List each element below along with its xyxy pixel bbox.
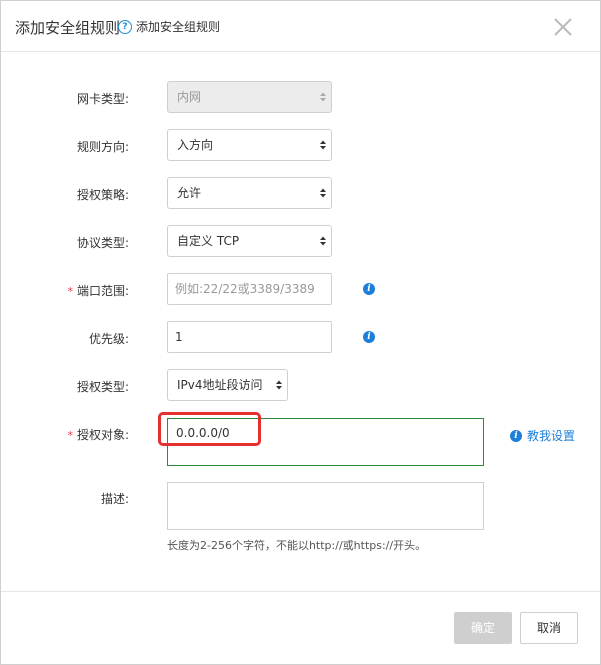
description-label: 描述: [100, 492, 129, 506]
setup-guide-text: 教我设置 [527, 429, 576, 443]
security-group-rule-dialog: 添加安全组规则 ? 添加安全组规则 网卡类型: 内网 规则方向: 入方向 授权策… [0, 0, 601, 665]
policy-label: 授权策略: [76, 188, 129, 202]
select-caret-icon [320, 236, 326, 246]
description-hint: 长度为2-256个字符，不能以http://或https://开头。 [167, 539, 427, 552]
select-caret-icon [320, 140, 326, 150]
nic-type-label: 网卡类型: [76, 92, 129, 106]
port-range-placeholder: 例如:22/22或3389/3389 [175, 282, 315, 296]
help-text: 添加安全组规则 [136, 20, 221, 34]
required-mark: * [67, 285, 73, 298]
cancel-button[interactable]: 取消 [520, 612, 578, 644]
priority-value: 1 [175, 330, 183, 344]
help-icon: ? [118, 19, 132, 34]
dialog-title: 添加安全组规则 [15, 19, 121, 37]
policy-value: 允许 [177, 186, 202, 200]
policy-select[interactable]: 允许 [167, 177, 332, 209]
help-link[interactable]: ? 添加安全组规则 [118, 18, 220, 35]
close-button[interactable] [551, 15, 575, 39]
select-caret-icon [320, 92, 326, 102]
protocol-value: 自定义 TCP [177, 234, 240, 248]
description-textarea[interactable] [167, 482, 484, 530]
auth-object-label: * 授权对象: [1, 426, 129, 443]
dialog-header: 添加安全组规则 ? 添加安全组规则 [1, 1, 600, 52]
port-range-label-text: 端口范围: [76, 284, 129, 298]
direction-value: 入方向 [177, 138, 214, 152]
highlight-box [158, 412, 261, 446]
auth-type-label: 授权类型: [76, 380, 129, 394]
direction-select[interactable]: 入方向 [167, 129, 332, 161]
select-caret-icon [320, 188, 326, 198]
select-caret-icon [276, 380, 282, 390]
protocol-select[interactable]: 自定义 TCP [167, 225, 332, 257]
nic-type-select: 内网 [167, 81, 332, 113]
dialog-footer: 确定 取消 [1, 591, 600, 665]
info-icon: i [510, 429, 522, 442]
auth-type-select[interactable]: IPv4地址段访问 [167, 369, 288, 401]
protocol-label: 协议类型: [76, 236, 129, 250]
port-range-label: * 端口范围: [1, 282, 129, 299]
required-mark: * [67, 429, 73, 442]
priority-input[interactable]: 1 [167, 321, 332, 353]
auth-type-value: IPv4地址段访问 [177, 378, 263, 392]
direction-label: 规则方向: [76, 140, 129, 154]
confirm-button[interactable]: 确定 [454, 612, 512, 644]
close-icon [554, 18, 572, 36]
info-icon[interactable]: i [363, 331, 375, 343]
setup-guide-link[interactable]: i 教我设置 [510, 427, 575, 444]
info-icon[interactable]: i [363, 283, 375, 295]
nic-type-value: 内网 [177, 90, 202, 104]
priority-label: 优先级: [88, 332, 129, 346]
auth-object-label-text: 授权对象: [76, 428, 129, 442]
port-range-input[interactable]: 例如:22/22或3389/3389 [167, 273, 332, 305]
